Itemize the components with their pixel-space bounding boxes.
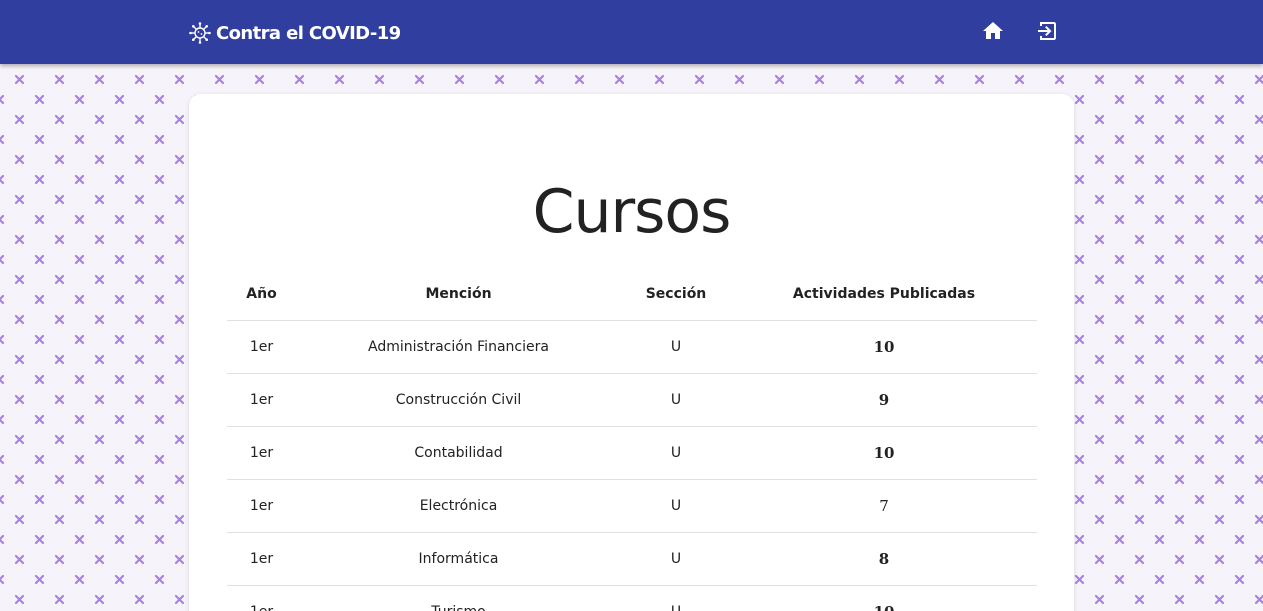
cell-mention: Contabilidad	[296, 426, 621, 480]
home-icon[interactable]	[981, 19, 1005, 43]
cell-year: 1er	[227, 426, 296, 480]
page-title: Cursos	[532, 177, 732, 247]
table-row[interactable]: 1er Contabilidad U 10	[227, 426, 1037, 480]
table-header-row: Año Mención Sección Actividades Publicad…	[227, 268, 1037, 321]
cell-activities: 7	[731, 479, 1037, 533]
column-header-section[interactable]: Sección	[621, 268, 731, 321]
table-row[interactable]: 1er Electrónica U 7	[227, 479, 1037, 533]
table-row[interactable]: 1er Informática U 8	[227, 532, 1037, 586]
cell-year: 1er	[227, 532, 296, 586]
cell-section: U	[621, 532, 731, 586]
cell-section: U	[621, 426, 731, 480]
cell-mention: Informática	[296, 532, 621, 586]
column-header-mention[interactable]: Mención	[296, 268, 621, 321]
cell-year: 1er	[227, 373, 296, 427]
cell-activities: 9	[731, 373, 1037, 427]
cell-mention: Administración Financiera	[296, 320, 621, 374]
brand-link[interactable]: Contra el COVID-19	[189, 20, 401, 46]
cell-section: U	[621, 320, 731, 374]
courses-table: Año Mención Sección Actividades Publicad…	[227, 268, 1037, 611]
table-row[interactable]: 1er Administración Financiera U 10	[227, 320, 1037, 374]
column-header-activities[interactable]: Actividades Publicadas	[731, 268, 1037, 321]
top-navbar: Contra el COVID-19	[0, 0, 1263, 64]
cell-year: 1er	[227, 320, 296, 374]
cell-mention: Construcción Civil	[296, 373, 621, 427]
virus-icon	[189, 22, 211, 44]
cell-year: 1er	[227, 585, 296, 611]
table-row[interactable]: 1er Construcción Civil U 9	[227, 373, 1037, 427]
cell-section: U	[621, 585, 731, 611]
login-icon[interactable]	[1035, 19, 1059, 43]
cell-activities: 10	[731, 585, 1037, 611]
brand-title: Contra el COVID-19	[216, 22, 401, 44]
courses-card: Cursos Año Mención Sección Actividades P…	[189, 94, 1074, 611]
cell-mention: Electrónica	[296, 479, 621, 533]
cell-section: U	[621, 479, 731, 533]
cell-activities: 10	[731, 320, 1037, 374]
cell-mention: Turismo	[296, 585, 621, 611]
column-header-year[interactable]: Año	[227, 268, 296, 321]
cell-year: 1er	[227, 479, 296, 533]
cell-activities: 10	[731, 426, 1037, 480]
cell-section: U	[621, 373, 731, 427]
cell-activities: 8	[731, 532, 1037, 586]
table-row[interactable]: 1er Turismo U 10	[227, 585, 1037, 611]
